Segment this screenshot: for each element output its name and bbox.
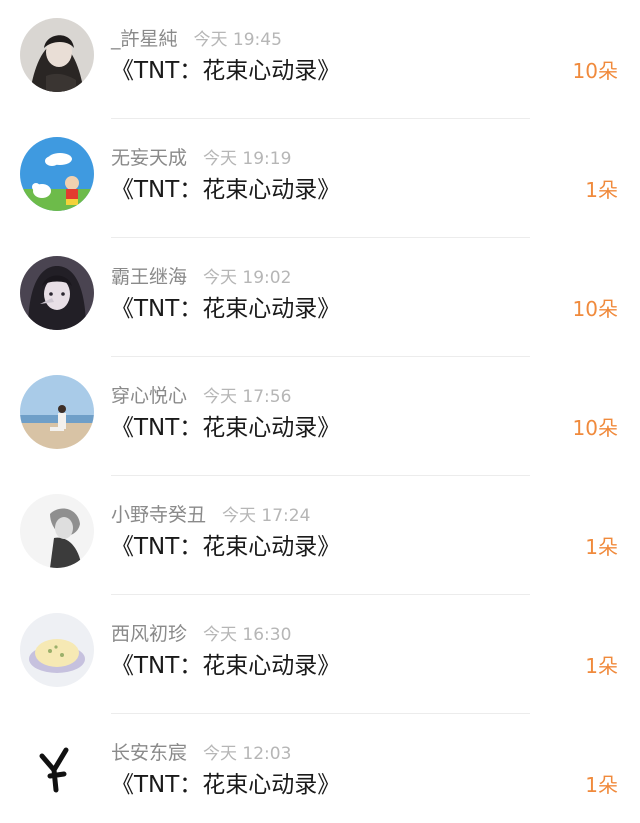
- user-avatar[interactable]: [20, 613, 94, 687]
- meta-line: _許星純 今天 19:45: [111, 24, 282, 54]
- gift-title[interactable]: 《TNT：花束心动录》: [111, 531, 340, 563]
- gift-title[interactable]: 《TNT：花束心动录》: [111, 55, 340, 87]
- flower-count: 10朵: [572, 416, 618, 440]
- timestamp: 今天 17:56: [203, 387, 292, 407]
- gift-title[interactable]: 《TNT：花束心动录》: [111, 293, 340, 325]
- timestamp: 今天 19:45: [193, 30, 282, 50]
- user-name[interactable]: 穿心悦心: [111, 385, 187, 407]
- user-name[interactable]: _許星純: [111, 28, 178, 50]
- flower-count: 1朵: [585, 178, 618, 202]
- flower-count: 10朵: [572, 297, 618, 321]
- list-item[interactable]: 长安东宸 今天 12:03 《TNT：花束心动录》 1朵: [0, 714, 640, 823]
- user-name[interactable]: 长安东宸: [111, 742, 187, 764]
- timestamp: 今天 16:30: [203, 625, 292, 645]
- list-item[interactable]: 穿心悦心 今天 17:56 《TNT：花束心动录》 10朵: [0, 357, 640, 476]
- user-avatar[interactable]: [20, 18, 94, 92]
- list-item[interactable]: _許星純 今天 19:45 《TNT：花束心动录》 10朵: [0, 0, 640, 119]
- user-avatar[interactable]: [20, 375, 94, 449]
- user-name[interactable]: 小野寺癸丑: [111, 504, 206, 526]
- flower-count: 1朵: [585, 773, 618, 797]
- user-avatar[interactable]: [20, 494, 94, 568]
- timestamp: 今天 19:19: [203, 149, 292, 169]
- user-name[interactable]: 霸王继海: [111, 266, 187, 288]
- meta-line: 西风初珍 今天 16:30: [111, 619, 291, 649]
- user-avatar[interactable]: [20, 256, 94, 330]
- user-name[interactable]: 无妄天成: [111, 147, 187, 169]
- flower-count: 1朵: [585, 535, 618, 559]
- gift-title[interactable]: 《TNT：花束心动录》: [111, 174, 340, 206]
- list-item[interactable]: 霸王继海 今天 19:02 《TNT：花束心动录》 10朵: [0, 238, 640, 357]
- timestamp: 今天 17:24: [222, 506, 311, 526]
- meta-line: 小野寺癸丑 今天 17:24: [111, 500, 310, 530]
- user-avatar[interactable]: [20, 732, 94, 806]
- meta-line: 长安东宸 今天 12:03: [111, 738, 291, 768]
- flower-count: 10朵: [572, 59, 618, 83]
- gift-title[interactable]: 《TNT：花束心动录》: [111, 412, 340, 444]
- gift-title[interactable]: 《TNT：花束心动录》: [111, 650, 340, 682]
- meta-line: 穿心悦心 今天 17:56: [111, 381, 291, 411]
- timestamp: 今天 12:03: [203, 744, 292, 764]
- meta-line: 霸王继海 今天 19:02: [111, 262, 291, 292]
- timestamp: 今天 19:02: [203, 268, 292, 288]
- gift-list: _許星純 今天 19:45 《TNT：花束心动录》 10朵 无妄天成 今天 19:1…: [0, 0, 640, 823]
- user-name[interactable]: 西风初珍: [111, 623, 187, 645]
- list-item[interactable]: 西风初珍 今天 16:30 《TNT：花束心动录》 1朵: [0, 595, 640, 714]
- meta-line: 无妄天成 今天 19:19: [111, 143, 291, 173]
- gift-title[interactable]: 《TNT：花束心动录》: [111, 769, 340, 801]
- list-item[interactable]: 小野寺癸丑 今天 17:24 《TNT：花束心动录》 1朵: [0, 476, 640, 595]
- flower-count: 1朵: [585, 654, 618, 678]
- list-item[interactable]: 无妄天成 今天 19:19 《TNT：花束心动录》 1朵: [0, 119, 640, 238]
- user-avatar[interactable]: [20, 137, 94, 211]
